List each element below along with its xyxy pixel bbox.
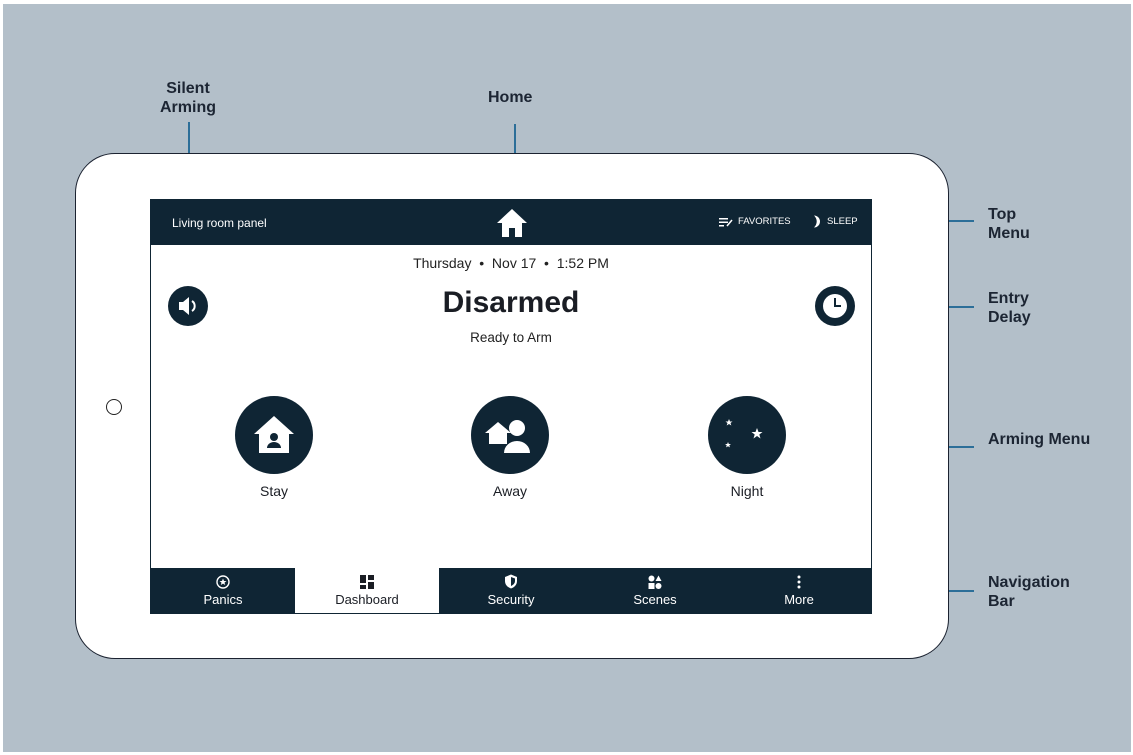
nav-dashboard[interactable]: Dashboard	[295, 568, 439, 613]
top-menu: Living room panel FAVORITES SLEEP	[151, 200, 871, 245]
nav-security-label: Security	[487, 592, 535, 607]
nav-panics-label: Panics	[203, 591, 243, 607]
silent-arming-annotation: Silent Arming	[160, 80, 216, 116]
panel-screen: Living room panel FAVORITES SLEEP Thursd…	[150, 199, 872, 614]
favorites-button[interactable]: FAVORITES	[719, 216, 791, 227]
nav-more[interactable]: More	[727, 568, 871, 613]
day: Thursday	[413, 255, 472, 271]
arm-substatus: Ready to Arm	[470, 330, 552, 345]
arm-stay-label: Stay	[259, 483, 288, 499]
nav-scenes[interactable]: Scenes	[583, 568, 727, 613]
navigation-bar-annotation: Navigation Bar	[988, 574, 1070, 610]
dashboard-grid-icon	[360, 574, 374, 589]
favorites-icon	[719, 217, 733, 226]
arming-menu-annotation: Arming Menu	[988, 431, 1091, 448]
shield-star-icon	[216, 574, 230, 589]
nav-scenes-label: Scenes	[633, 591, 677, 607]
arm-away-button[interactable]: Away	[440, 396, 580, 499]
more-vertical-icon	[797, 575, 801, 588]
nav-more-label: More	[784, 591, 814, 607]
arm-status: Disarmed	[442, 286, 580, 319]
device-home-button[interactable]	[106, 399, 122, 415]
arm-away-label: Away	[493, 483, 527, 499]
entry-delay-annotation: Entry Delay	[988, 290, 1031, 326]
moon-stars-icon	[708, 396, 786, 474]
nav-panics[interactable]: Panics	[151, 568, 295, 613]
nav-security[interactable]: Security	[439, 568, 583, 613]
nav-dashboard-label: Dashboard	[335, 591, 399, 607]
date: Nov 17	[491, 255, 537, 271]
arm-stay-button[interactable]: Stay	[204, 396, 344, 499]
shield-icon	[505, 574, 517, 589]
house-person-icon	[235, 396, 313, 474]
home-annotation: Home	[488, 89, 533, 106]
clock-icon	[823, 294, 847, 318]
navigation-bar: Panics Dashboard Security Scenes More	[151, 568, 871, 613]
panel-name: Living room panel	[172, 216, 267, 230]
sleep-button[interactable]: SLEEP	[812, 215, 858, 228]
time: 1:52 PM	[556, 255, 609, 271]
entry-delay-button[interactable]	[815, 286, 855, 326]
arm-night-label: Night	[730, 483, 764, 499]
date-time: Thursday • Nov 17 • 1:52 PM	[413, 255, 609, 271]
home-icon[interactable]	[495, 207, 529, 239]
moon-icon	[814, 215, 820, 228]
sleep-label: SLEEP	[827, 216, 858, 227]
top-menu-annotation: Top Menu	[988, 206, 1030, 242]
arm-night-button[interactable]: Night	[677, 396, 817, 499]
favorites-label: FAVORITES	[738, 216, 791, 227]
scenes-icon	[648, 575, 662, 589]
person-leaving-house-icon	[471, 396, 549, 474]
